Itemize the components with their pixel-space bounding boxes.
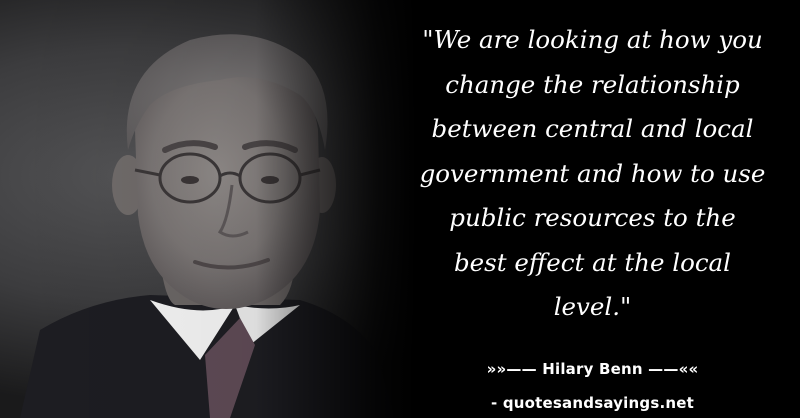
quote-author: »»—— Hilary Benn ——«« — [486, 360, 699, 378]
quote-line: change the relationship — [445, 69, 740, 99]
quote-line: government and how to use — [419, 158, 766, 188]
quote-card: "We are looking at how you change the re… — [0, 0, 800, 418]
source-credit: - quotesandsayings.net — [491, 394, 694, 412]
quote-line: "We are looking at how you — [422, 25, 763, 54]
quote-line: public resources to the — [449, 203, 736, 232]
quote-panel: "We are looking at how you change the re… — [395, 18, 790, 330]
quote-line: level." — [553, 292, 632, 321]
quote-text: "We are looking at how you change the re… — [395, 18, 790, 330]
quote-line: between central and local — [431, 114, 754, 143]
quote-line: best effect at the local — [453, 247, 731, 277]
